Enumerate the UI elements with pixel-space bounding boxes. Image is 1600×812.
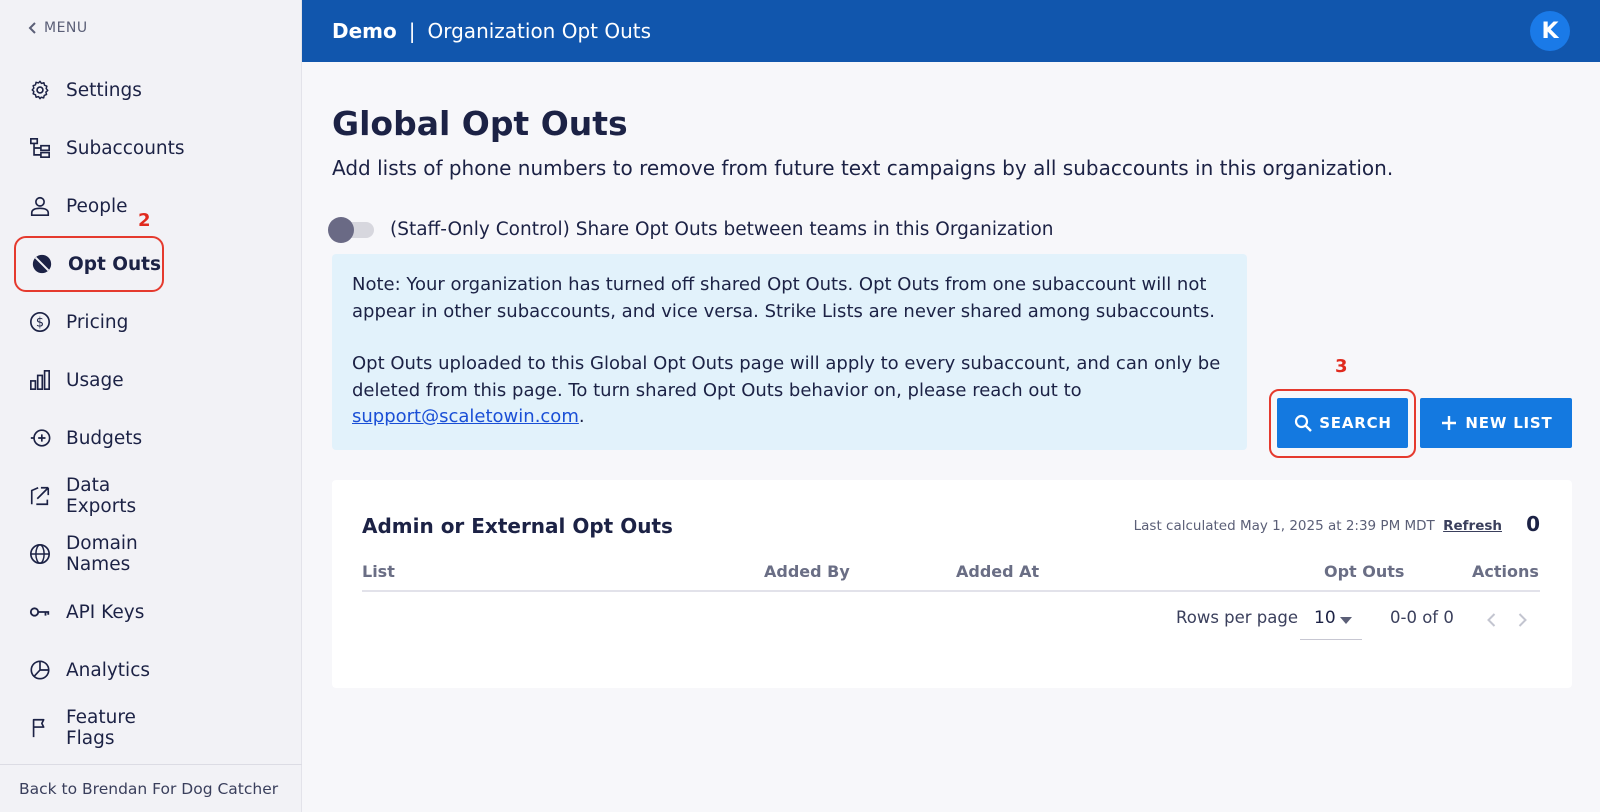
search-button-label: SEARCH [1319,414,1392,432]
menu-back-button[interactable]: MENU [28,20,88,36]
top-header: Demo | Organization Opt Outs K [302,0,1600,62]
sidebar-item-label: Budgets [66,427,143,449]
column-header-opt-outs[interactable]: Opt Outs [1324,562,1404,581]
budget-icon [28,426,52,450]
info-note: Note: Your organization has turned off s… [332,254,1247,450]
next-page-button[interactable] [1512,610,1532,630]
export-icon [28,484,52,508]
sidebar-item-label: People [66,195,128,217]
sidebar-item-api-keys[interactable]: API Keys [14,584,164,640]
opt-outs-card: Admin or External Opt Outs Last calculat… [332,480,1572,688]
note-paragraph-2: Opt Outs uploaded to this Global Opt Out… [352,351,1227,431]
sidebar-item-pricing[interactable]: $ Pricing [14,294,164,350]
chevron-right-icon [1518,613,1527,627]
search-icon [1295,414,1313,432]
rows-per-page-label: Rows per page [1176,608,1299,627]
sidebar-item-domain-names[interactable]: Domain Names [14,526,164,582]
sidebar-item-label: Opt Outs [68,253,162,275]
caret-down-icon [1340,617,1352,624]
pagination-range: 0-0 of 0 [1390,608,1454,627]
share-opt-outs-row: (Staff-Only Control) Share Opt Outs betw… [328,216,1054,243]
sidebar-item-analytics[interactable]: Analytics [14,642,164,698]
sidebar-item-subaccounts[interactable]: Subaccounts [14,120,185,176]
last-calculated-text: Last calculated May 1, 2025 at 2:39 PM M… [1133,518,1435,534]
sidebar-item-label: Usage [66,369,124,391]
svg-text:$: $ [36,316,44,331]
table-header: List Added By Added At Opt Outs Actions [362,558,1540,592]
bar-chart-icon [28,368,52,392]
globe-icon [28,542,52,566]
sidebar-item-budgets[interactable]: Budgets [14,410,164,466]
share-opt-outs-label: (Staff-Only Control) Share Opt Outs betw… [390,218,1054,240]
toggle-knob [328,217,354,243]
support-email-link[interactable]: support@scaletowin.com [352,406,579,427]
key-icon [28,600,52,624]
column-header-list[interactable]: List [362,562,395,581]
total-count: 0 [1526,512,1540,536]
org-name: Demo [332,19,397,43]
sidebar-item-settings[interactable]: Settings [14,62,164,118]
sidebar-item-label: Settings [66,79,142,101]
page-subtitle: Add lists of phone numbers to remove fro… [332,156,1394,180]
plus-icon [1442,416,1457,430]
dollar-icon: $ [28,310,52,334]
sidebar-item-label: Subaccounts [66,137,185,159]
annotation-step-3: 3 [1335,356,1348,377]
hierarchy-icon [28,136,52,160]
sidebar-item-label: Domain Names [66,533,138,575]
chevron-left-icon [1487,613,1496,627]
sidebar-item-opt-outs[interactable]: Opt Outs [14,236,164,292]
note-paragraph-2-text: Opt Outs uploaded to this Global Opt Out… [352,353,1221,401]
sidebar-item-label: Feature Flags [66,707,136,749]
search-button[interactable]: SEARCH [1277,398,1408,448]
share-opt-outs-toggle[interactable] [328,216,376,243]
sidebar-item-label: Data Exports [66,475,137,517]
pie-chart-icon [28,658,52,682]
avatar[interactable]: K [1530,11,1570,51]
note-period: . [578,406,585,427]
sidebar-item-label: Analytics [66,659,151,681]
annotation-step-2: 2 [138,210,151,231]
sidebar-item-data-exports[interactable]: Data Exports [14,468,164,524]
gear-icon [28,78,52,102]
card-title: Admin or External Opt Outs [362,514,673,538]
chevron-left-icon [28,22,36,34]
rows-per-page-select[interactable]: 10 [1300,604,1362,640]
sidebar: MENU Settings Subaccounts People Opt Out… [0,0,302,812]
note-paragraph-1: Note: Your organization has turned off s… [352,274,1215,322]
flag-icon [28,716,52,740]
rows-per-page-value: 10 [1314,608,1336,628]
new-list-button-label: NEW LIST [1465,414,1553,432]
page-title: Global Opt Outs [332,104,628,143]
person-icon [28,194,52,218]
menu-label: MENU [44,20,88,36]
block-icon [30,252,54,276]
last-calculated: Last calculated May 1, 2025 at 2:39 PM M… [1134,518,1502,534]
sidebar-item-label: API Keys [66,601,145,623]
sidebar-item-label: Pricing [66,311,129,333]
new-list-button[interactable]: NEW LIST [1420,398,1572,448]
column-header-added-at[interactable]: Added At [956,562,1039,581]
header-separator: | [408,19,416,43]
column-header-actions: Actions [1472,562,1539,581]
prev-page-button[interactable] [1482,610,1502,630]
sidebar-item-usage[interactable]: Usage [14,352,164,408]
refresh-link[interactable]: Refresh [1443,518,1502,534]
header-page-title: Organization Opt Outs [427,19,652,43]
column-header-added-by[interactable]: Added By [764,562,850,581]
sidebar-item-feature-flags[interactable]: Feature Flags [14,700,164,756]
back-to-account-link[interactable]: Back to Brendan For Dog Catcher [0,764,302,812]
